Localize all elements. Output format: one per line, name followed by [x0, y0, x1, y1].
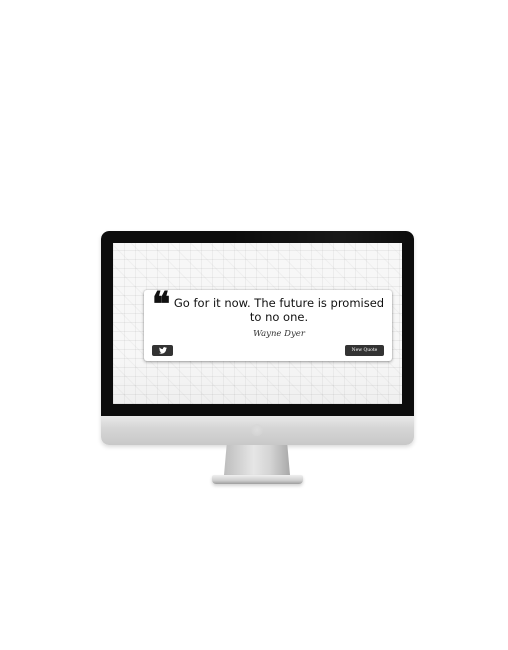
screen-shade [113, 354, 402, 404]
monitor-chin [101, 416, 414, 445]
monitor-stand-neck [224, 445, 290, 475]
quote-card: ❝ Go for it now. The future is promised … [144, 285, 392, 361]
new-quote-button[interactable]: New Quote [345, 345, 384, 356]
quote-text: Go for it now. The future is promised to… [173, 296, 385, 324]
tweet-button[interactable] [152, 345, 173, 356]
screen: ❝ Go for it now. The future is promised … [113, 243, 402, 404]
monitor-logo [251, 424, 263, 436]
bezel-glare [231, 231, 414, 243]
monitor-stand-foot [212, 475, 303, 484]
quote-mark-icon: ❝ [152, 285, 171, 325]
twitter-icon [158, 347, 167, 354]
stage: ❝ Go for it now. The future is promised … [0, 0, 508, 650]
quote-author: Wayne Dyer [253, 329, 305, 339]
